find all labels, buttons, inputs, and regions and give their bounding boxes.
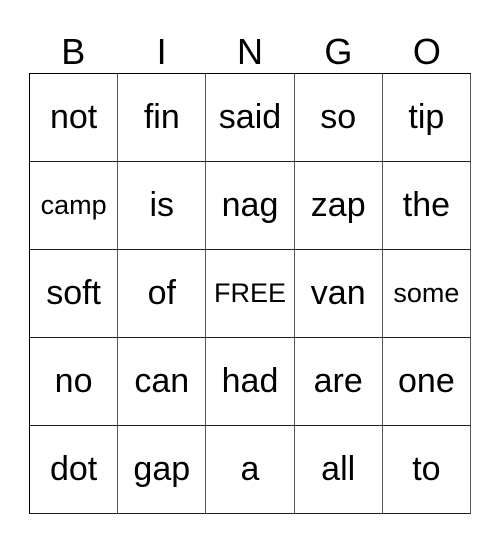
bingo-cell[interactable]: one: [382, 338, 471, 426]
bingo-cell[interactable]: can: [118, 338, 207, 426]
header-letter-n: N: [237, 31, 264, 72]
bingo-header: B I N G O: [29, 30, 471, 73]
bingo-cell[interactable]: gap: [118, 426, 207, 514]
bingo-cell[interactable]: soft: [30, 250, 119, 338]
bingo-cell[interactable]: camp: [30, 162, 119, 250]
bingo-cell[interactable]: is: [118, 162, 207, 250]
bingo-cell[interactable]: not: [30, 74, 119, 162]
bingo-cell[interactable]: had: [206, 338, 295, 426]
header-letter-o: O: [412, 31, 441, 72]
bingo-cell[interactable]: zap: [294, 162, 383, 250]
bingo-cell[interactable]: fin: [118, 74, 207, 162]
bingo-cell[interactable]: of: [118, 250, 207, 338]
bingo-cell[interactable]: nag: [206, 162, 295, 250]
bingo-cell[interactable]: the: [382, 162, 471, 250]
header-letter-g: G: [324, 31, 353, 72]
bingo-cell[interactable]: no: [30, 338, 119, 426]
header-letter-b: B: [61, 31, 86, 72]
bingo-cell[interactable]: so: [294, 74, 383, 162]
bingo-cell[interactable]: tip: [382, 74, 471, 162]
bingo-grid: not fin said so tip camp is nag zap the …: [29, 73, 471, 514]
bingo-cell[interactable]: dot: [30, 426, 119, 514]
bingo-cell[interactable]: a: [206, 426, 295, 514]
bingo-cell[interactable]: said: [206, 74, 295, 162]
bingo-cell[interactable]: to: [382, 426, 471, 514]
bingo-cell[interactable]: all: [294, 426, 383, 514]
bingo-cell[interactable]: some: [382, 250, 471, 338]
bingo-cell[interactable]: are: [294, 338, 383, 426]
free-space-cell[interactable]: FREE: [206, 250, 295, 338]
header-letter-i: I: [156, 31, 167, 72]
bingo-cell[interactable]: van: [294, 250, 383, 338]
